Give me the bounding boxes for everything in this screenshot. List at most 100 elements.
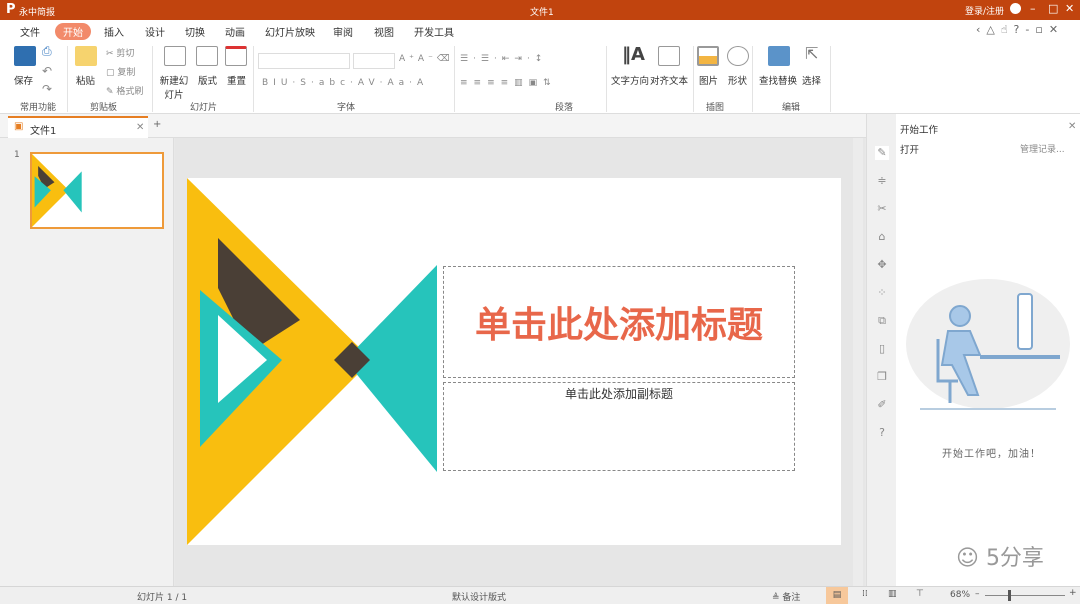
design-name: 默认设计版式 [452, 593, 507, 603]
font-name-select[interactable] [258, 53, 350, 69]
copy-button[interactable]: ▢ 复制 [106, 65, 135, 78]
tab-transition[interactable]: 切换 [177, 23, 213, 40]
align-text-button[interactable]: 对齐文本 [650, 73, 688, 87]
notes-label: 备注 [782, 593, 801, 603]
zoom-out-button[interactable]: – [975, 589, 980, 599]
align-text-icon[interactable] [658, 46, 680, 66]
doc-tab[interactable]: ▣ 文件1 ✕ [8, 116, 148, 138]
paste-button[interactable]: 粘贴 [76, 73, 95, 87]
bell-icon[interactable]: ⌂ [875, 230, 889, 244]
copy-icon[interactable]: ❐ [875, 370, 889, 384]
save-icon[interactable] [14, 46, 36, 66]
slide[interactable]: 单击此处添加标题 单击此处添加副标题 [187, 178, 841, 545]
watermark-text: 5分享 [985, 546, 1044, 571]
start-work-panel: 开始工作 ✕ 打开 管理记录... 开始工作吧，加油！ ☺ 5分享 [896, 114, 1080, 586]
title-bar: P 永中简报 文件1 登录/注册 – □ ✕ [0, 0, 1080, 20]
new-tab-button[interactable]: + [153, 119, 161, 130]
slideshow-view-icon[interactable]: ⊤ [916, 589, 924, 599]
format-painter-button[interactable]: ✎ 格式刷 [106, 84, 143, 97]
task-pane-sidebar: ✎ ≑ ✂ ⌂ ✥ ⁘ ⧉ ▯ ❐ ✐ ? [866, 114, 896, 586]
tab-review[interactable]: 审阅 [325, 23, 361, 40]
close-tab-icon[interactable]: ✕ [136, 122, 144, 133]
zoom-slider[interactable] [985, 595, 1065, 596]
reset-icon[interactable] [225, 46, 247, 66]
subtitle-placeholder[interactable]: 单击此处添加副标题 [443, 382, 795, 471]
menu-tabs: 文件 开始 插入 设计 切换 动画 幻灯片放映 审阅 视图 开发工具 ‹△☝?-… [0, 20, 1080, 40]
user-avatar-icon[interactable] [1010, 3, 1021, 14]
zoom-slider-handle[interactable] [1008, 590, 1011, 601]
align-buttons[interactable]: ≡≡≡≡▥▣⇅ [460, 78, 557, 88]
text-direction-icon[interactable]: ‖A [622, 44, 645, 65]
font-format-buttons[interactable]: BIU·S·abc·AV·Aa·A [262, 78, 428, 88]
resize-icon[interactable]: ⧉ [875, 314, 889, 328]
tab-view[interactable]: 视图 [366, 23, 402, 40]
tab-home[interactable]: 开始 [55, 23, 91, 40]
cursor-icon[interactable]: ⇱ [805, 44, 818, 63]
manage-records-link[interactable]: 管理记录... [1020, 142, 1065, 155]
font-size-select[interactable] [353, 53, 395, 69]
app-logo-icon: P [6, 2, 16, 17]
tab-slideshow[interactable]: 幻灯片放映 [257, 23, 323, 40]
tab-design[interactable]: 设计 [137, 23, 173, 40]
new-slide-button[interactable]: 新建幻灯片 [156, 73, 192, 101]
scissors-icon[interactable]: ✂ [875, 202, 889, 216]
help-icon[interactable]: ? [875, 426, 889, 440]
slide-thumbnails: 1 [0, 138, 174, 586]
close-button[interactable]: ✕ [1065, 2, 1074, 15]
group-slides: 幻灯片 [190, 103, 218, 113]
slide-thumbnail[interactable] [30, 152, 164, 229]
group-paragraph: 段落 [555, 103, 574, 113]
zoom-in-button[interactable]: + [1069, 588, 1077, 598]
font-size-buttons[interactable]: A⁺A⁻⌫ [399, 54, 454, 64]
slide-counter: 幻灯片 1 / 1 [137, 593, 188, 603]
find-replace-button[interactable]: 查找替换 [759, 73, 797, 87]
list-buttons[interactable]: ☰·☰·⇤⇥·↕ [460, 54, 547, 64]
doc-tab-label: 文件1 [30, 126, 57, 137]
vertical-scrollbar[interactable] [853, 138, 863, 586]
pencil-icon[interactable]: ✎ [875, 146, 889, 160]
picture-button[interactable]: 图片 [699, 73, 718, 87]
title-text: 单击此处添加标题 [474, 304, 763, 346]
save-button[interactable]: 保存 [14, 73, 33, 87]
paste-icon[interactable] [75, 46, 97, 66]
select-button[interactable]: 选择 [802, 73, 821, 87]
minimize-button[interactable]: – [1030, 2, 1036, 15]
watermark: ☺ 5分享 [956, 546, 1044, 571]
ribbon: 保存 ⎙ ↶ ↷ 常用功能 粘贴 ✂ 剪切 ▢ 复制 ✎ 格式刷 剪贴板 新建幻… [0, 40, 1080, 114]
title-placeholder[interactable]: 单击此处添加标题 [443, 266, 795, 378]
undo-icon[interactable]: ↶ [42, 64, 52, 78]
tab-developer[interactable]: 开发工具 [406, 23, 462, 40]
tab-animation[interactable]: 动画 [217, 23, 253, 40]
ribbon-controls[interactable]: ‹△☝?-▫✕ [976, 23, 1064, 36]
shape-button[interactable]: 形状 [728, 73, 747, 87]
edit-icon[interactable]: ✐ [875, 398, 889, 412]
shape-icon[interactable] [727, 46, 749, 66]
tab-file[interactable]: 文件 [12, 23, 48, 40]
layout-icon[interactable] [196, 46, 218, 66]
login-link[interactable]: 登录/注册 [965, 4, 1004, 17]
reset-button[interactable]: 重置 [227, 73, 246, 87]
open-link[interactable]: 打开 [900, 142, 919, 156]
normal-view-icon[interactable]: ▤ [826, 587, 848, 604]
sorter-view-icon[interactable]: ⁞⁞ [862, 589, 868, 599]
maximize-button[interactable]: □ [1048, 2, 1058, 15]
tab-insert[interactable]: 插入 [96, 23, 132, 40]
print-icon[interactable]: ⎙ [42, 44, 52, 59]
move-icon[interactable]: ✥ [875, 258, 889, 272]
binoculars-icon[interactable] [768, 46, 790, 66]
reading-view-icon[interactable]: ▥ [888, 589, 897, 599]
picture-icon[interactable] [697, 46, 719, 66]
thumbnail-number: 1 [14, 150, 20, 160]
text-direction-button[interactable]: 文字方向 [611, 73, 649, 87]
close-panel-icon[interactable]: ✕ [1068, 121, 1076, 132]
notes-button[interactable]: ≜ 备注 [772, 590, 800, 603]
group-illustration: 插图 [706, 103, 725, 113]
layout-button[interactable]: 版式 [198, 73, 217, 87]
grid-icon[interactable]: ⁘ [875, 286, 889, 300]
cut-button[interactable]: ✂ 剪切 [106, 46, 134, 59]
new-slide-icon[interactable] [164, 46, 186, 66]
clipboard-icon[interactable]: ▯ [875, 342, 889, 356]
working-person-illustration [906, 279, 1070, 410]
sliders-icon[interactable]: ≑ [875, 174, 889, 188]
redo-icon[interactable]: ↷ [42, 82, 52, 96]
